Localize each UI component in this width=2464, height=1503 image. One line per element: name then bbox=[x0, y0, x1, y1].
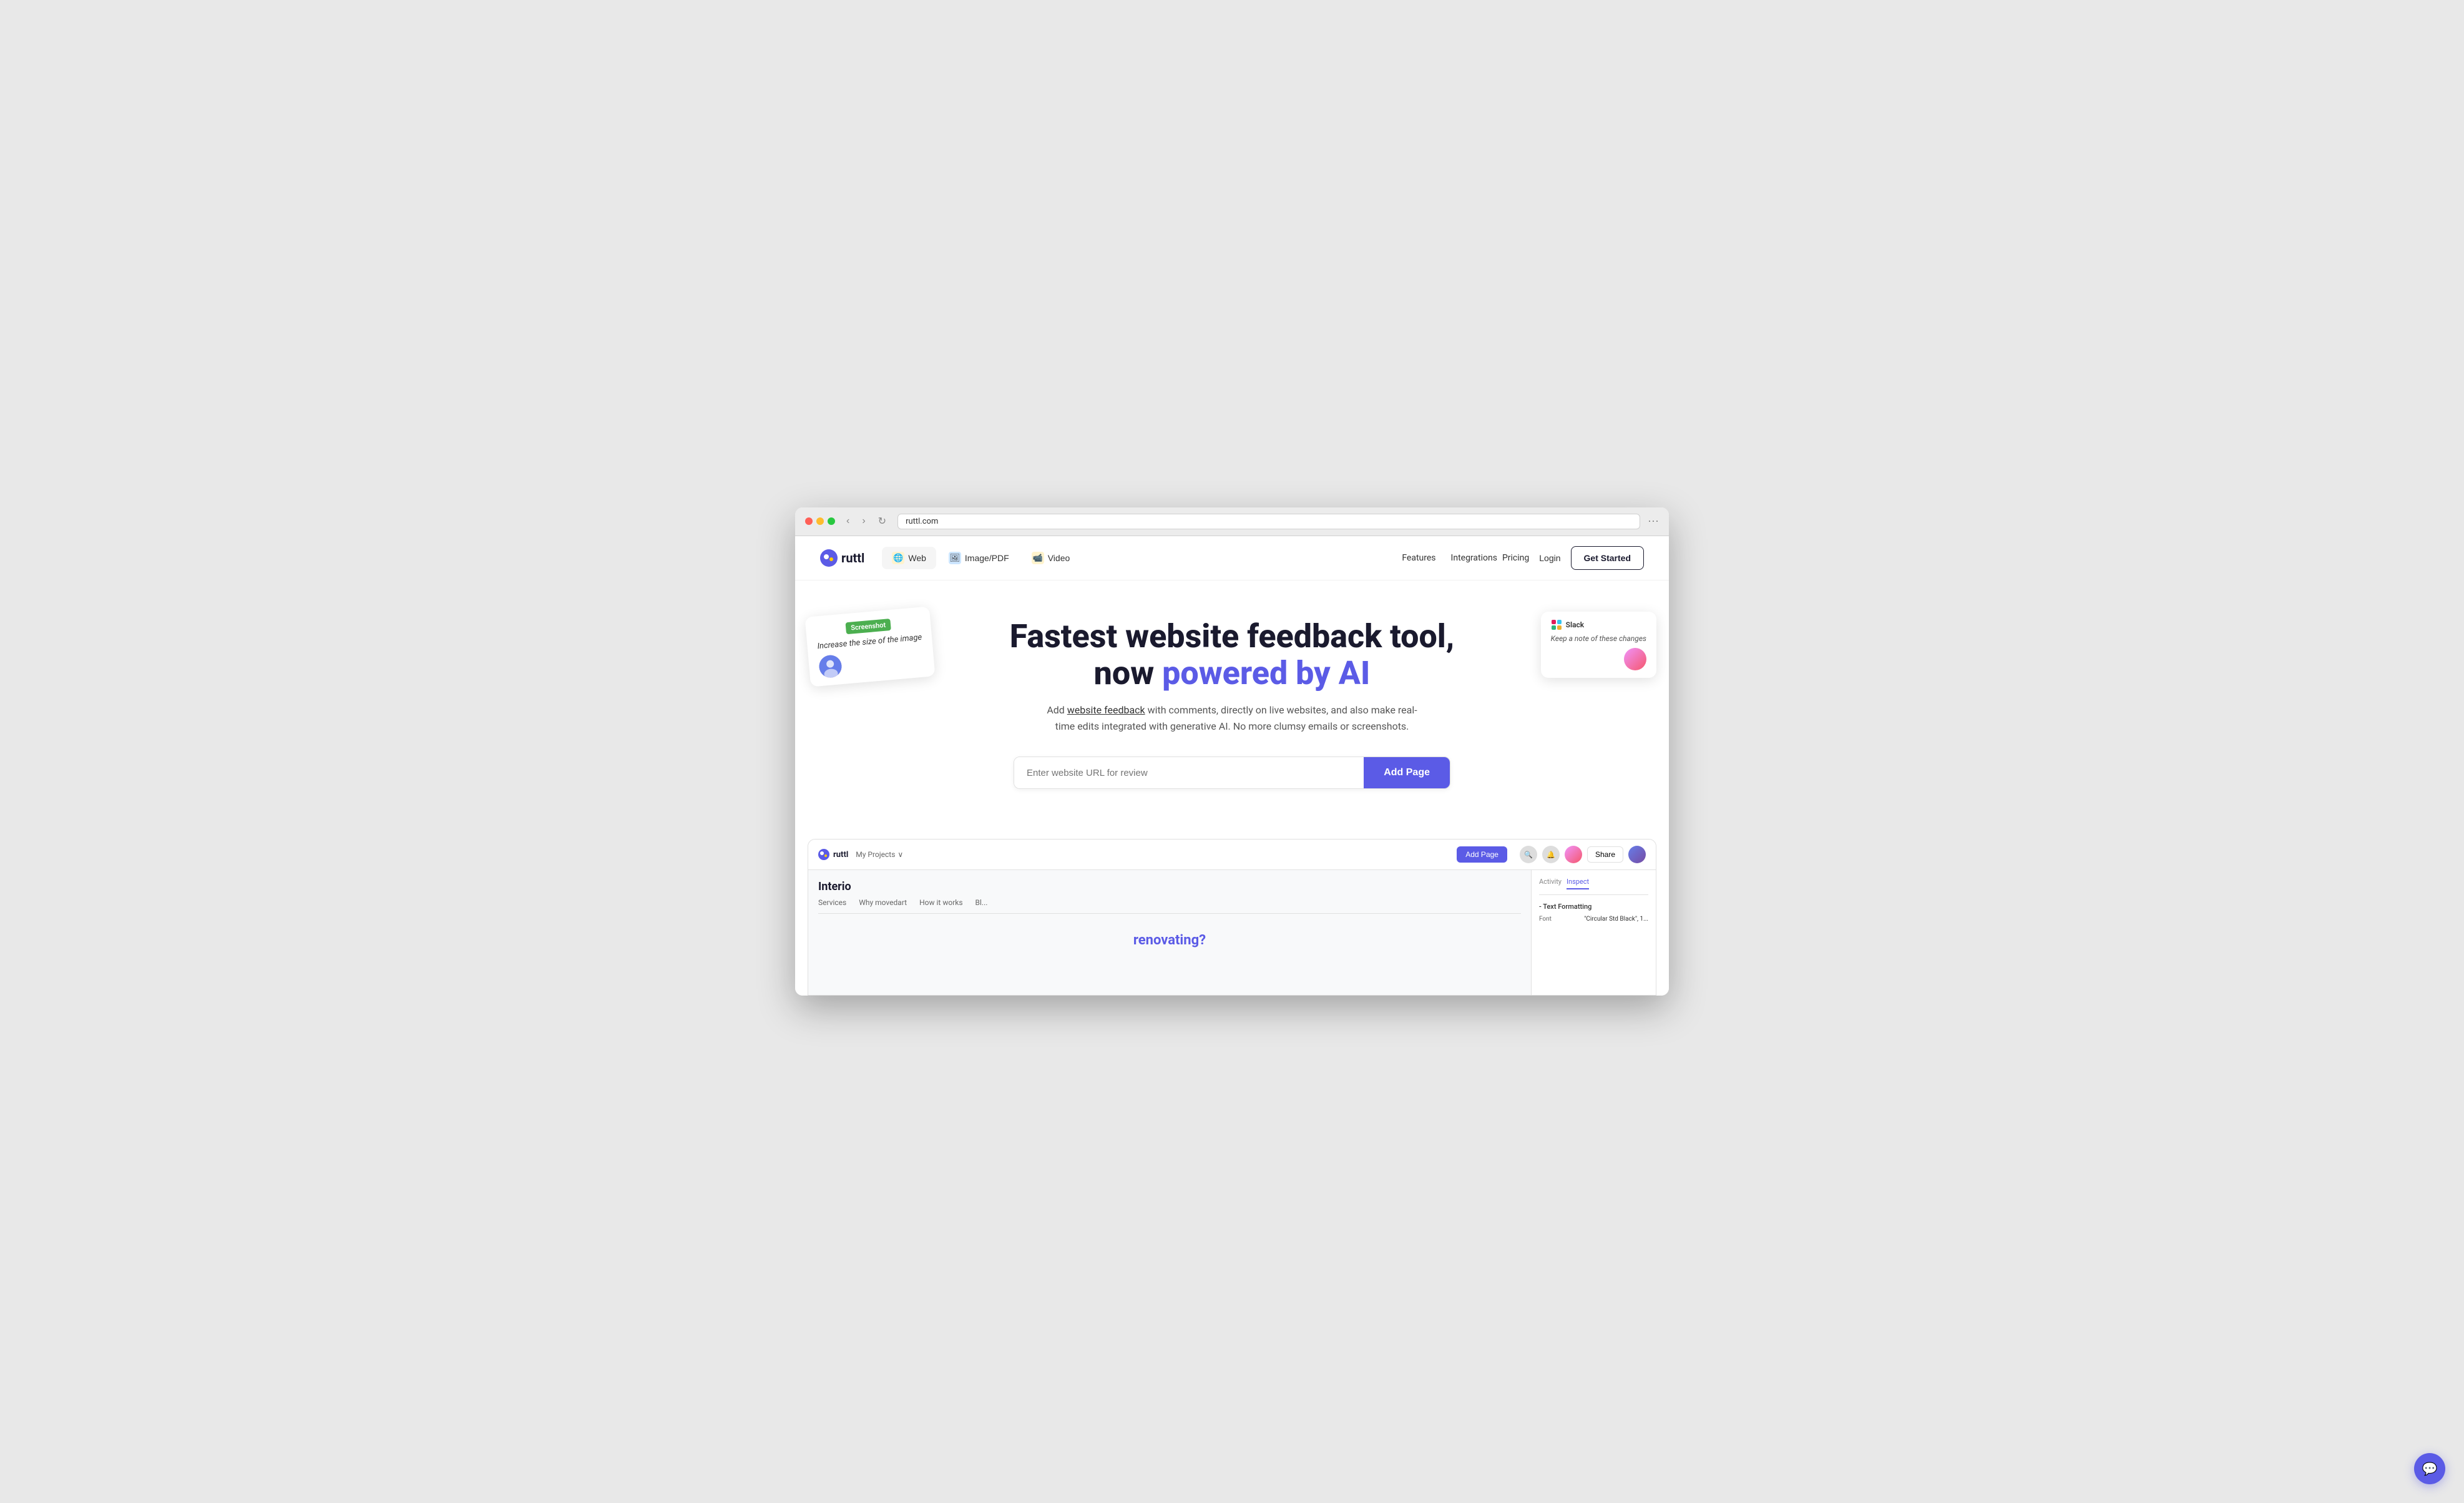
text-formatting-panel: - Text Formatting Font "Circular Std Bla… bbox=[1539, 903, 1648, 923]
preview-header: ruttl My Projects ∨ Add Page 🔍 🔔 Share bbox=[808, 840, 1656, 870]
left-annotation-avatar bbox=[818, 654, 843, 678]
reload-button[interactable]: ↻ bbox=[874, 514, 890, 529]
hero-section: Screenshot Increase the size of the imag… bbox=[795, 580, 1669, 815]
search-icon[interactable]: 🔍 bbox=[1520, 846, 1537, 863]
slack-icon bbox=[1551, 619, 1562, 630]
image-icon: 🖼 bbox=[949, 552, 961, 564]
notification-icon[interactable]: 🔔 bbox=[1542, 846, 1560, 863]
preview-logo-text: ruttl bbox=[833, 850, 848, 859]
preview-sidebar: Activity Inspect - Text Formatting Font … bbox=[1531, 870, 1656, 995]
preview-sidebar-tabs: Activity Inspect bbox=[1539, 878, 1648, 895]
logo-text: ruttl bbox=[841, 551, 864, 565]
user-avatar-icon[interactable] bbox=[1565, 846, 1582, 863]
nav-links: Features Integrations bbox=[1402, 553, 1497, 563]
left-annotation-card: Screenshot Increase the size of the imag… bbox=[805, 606, 936, 687]
font-value: "Circular Std Black", 1... bbox=[1584, 916, 1648, 923]
nav-link-integrations[interactable]: Integrations bbox=[1451, 553, 1497, 563]
right-annotation-text: Keep a note of these changes bbox=[1551, 634, 1646, 643]
slack-badge: Slack bbox=[1551, 619, 1646, 630]
forward-button[interactable]: › bbox=[858, 514, 869, 528]
url-input-area: Add Page bbox=[1014, 756, 1450, 789]
preview-page-nav: Services Why movedart How it works Bl... bbox=[818, 898, 1521, 914]
nav-tabs: 🌐 Web 🖼 Image/PDF 📹 Video bbox=[882, 547, 1387, 569]
close-dot[interactable] bbox=[805, 517, 813, 525]
preview-add-page-button[interactable]: Add Page bbox=[1457, 846, 1507, 863]
nav-tab-image[interactable]: 🖼 Image/PDF bbox=[939, 547, 1019, 569]
hero-heading: Fastest website feedback tool, now power… bbox=[982, 618, 1482, 693]
hero-heading-part2: now bbox=[1094, 654, 1162, 692]
nav-link-pricing[interactable]: Pricing bbox=[1502, 553, 1529, 563]
inspect-tab[interactable]: Inspect bbox=[1567, 878, 1589, 889]
preview-body: Interio Services Why movedart How it wor… bbox=[808, 870, 1656, 995]
right-annotation: Slack Keep a note of these changes bbox=[1541, 612, 1656, 678]
chat-icon: 💬 bbox=[2422, 1461, 2438, 1476]
preview-breadcrumb: My Projects ∨ bbox=[856, 850, 903, 859]
preview-nav-item-services[interactable]: Services bbox=[818, 898, 846, 907]
font-label: Font bbox=[1539, 916, 1552, 923]
chevron-down-icon: ∨ bbox=[897, 850, 903, 859]
font-row: Font "Circular Std Black", 1... bbox=[1539, 916, 1648, 923]
url-input[interactable] bbox=[1014, 757, 1364, 788]
website-feedback-link[interactable]: website feedback bbox=[1067, 704, 1145, 716]
preview-share-button[interactable]: Share bbox=[1587, 846, 1623, 863]
preview-user-icon[interactable] bbox=[1628, 846, 1646, 863]
back-button[interactable]: ‹ bbox=[843, 514, 853, 528]
hero-heading-accent: powered by AI bbox=[1162, 654, 1370, 692]
hero-heading-part1: Fastest website feedback tool, bbox=[1010, 617, 1454, 655]
get-started-button[interactable]: Get Started bbox=[1571, 546, 1644, 570]
browser-menu-button[interactable]: ⋯ bbox=[1648, 515, 1659, 528]
chat-button[interactable]: 💬 bbox=[2414, 1453, 2445, 1484]
nav-tab-video[interactable]: 📹 Video bbox=[1022, 547, 1080, 569]
maximize-dot[interactable] bbox=[828, 517, 835, 525]
avatar-svg bbox=[818, 654, 843, 678]
text-formatting-header: - Text Formatting bbox=[1539, 903, 1648, 911]
web-icon: 🌐 bbox=[892, 552, 904, 564]
preview-icons: 🔍 🔔 Share bbox=[1520, 846, 1646, 863]
nav-tab-web[interactable]: 🌐 Web bbox=[882, 547, 936, 569]
nav-actions: Pricing Login Get Started bbox=[1502, 546, 1644, 570]
logo-icon bbox=[820, 549, 838, 567]
video-icon: 📹 bbox=[1032, 552, 1044, 564]
browser-titlebar: ‹ › ↻ ruttl.com ⋯ bbox=[795, 507, 1669, 536]
nav-link-features[interactable]: Features bbox=[1402, 553, 1435, 563]
product-preview: ruttl My Projects ∨ Add Page 🔍 🔔 Share bbox=[808, 839, 1656, 996]
preview-nav-item-bl[interactable]: Bl... bbox=[975, 898, 988, 907]
preview-logo-icon bbox=[818, 849, 829, 860]
browser-nav: ‹ › ↻ bbox=[843, 514, 890, 529]
activity-tab[interactable]: Activity bbox=[1539, 878, 1562, 889]
preview-breadcrumb-text: My Projects bbox=[856, 850, 895, 859]
right-annotation-avatar bbox=[1624, 648, 1646, 670]
browser-dots bbox=[805, 517, 835, 525]
minimize-dot[interactable] bbox=[816, 517, 824, 525]
preview-content-text: renovating? bbox=[818, 933, 1521, 948]
add-page-button[interactable]: Add Page bbox=[1364, 757, 1450, 788]
slack-label: Slack bbox=[1566, 620, 1584, 629]
login-button[interactable]: Login bbox=[1539, 553, 1560, 563]
nav-tab-video-label: Video bbox=[1048, 553, 1070, 563]
address-bar[interactable]: ruttl.com bbox=[897, 514, 1640, 529]
nav-tab-web-label: Web bbox=[908, 553, 926, 563]
preview-nav-item-why[interactable]: Why movedart bbox=[859, 898, 907, 907]
right-annotation-card: Slack Keep a note of these changes bbox=[1541, 612, 1656, 678]
preview-logo: ruttl bbox=[818, 849, 848, 860]
preview-nav-item-how[interactable]: How it works bbox=[919, 898, 962, 907]
preview-page-title: Interio bbox=[818, 880, 1521, 893]
site-nav: ruttl 🌐 Web 🖼 Image/PDF 📹 Video Features bbox=[795, 536, 1669, 580]
browser-content: ruttl 🌐 Web 🖼 Image/PDF 📹 Video Features bbox=[795, 536, 1669, 996]
screenshot-badge: Screenshot bbox=[846, 619, 891, 634]
logo[interactable]: ruttl bbox=[820, 549, 864, 567]
address-text: ruttl.com bbox=[906, 517, 938, 526]
preview-main: Interio Services Why movedart How it wor… bbox=[808, 870, 1531, 995]
nav-tab-image-label: Image/PDF bbox=[965, 553, 1009, 563]
hero-subtitle: Add website feedback with comments, dire… bbox=[1045, 702, 1419, 734]
left-annotation-text: Increase the size of the image bbox=[817, 632, 922, 651]
left-annotation: Screenshot Increase the size of the imag… bbox=[805, 606, 936, 687]
browser-window: ‹ › ↻ ruttl.com ⋯ ruttl 🌐 Web bbox=[795, 507, 1669, 996]
